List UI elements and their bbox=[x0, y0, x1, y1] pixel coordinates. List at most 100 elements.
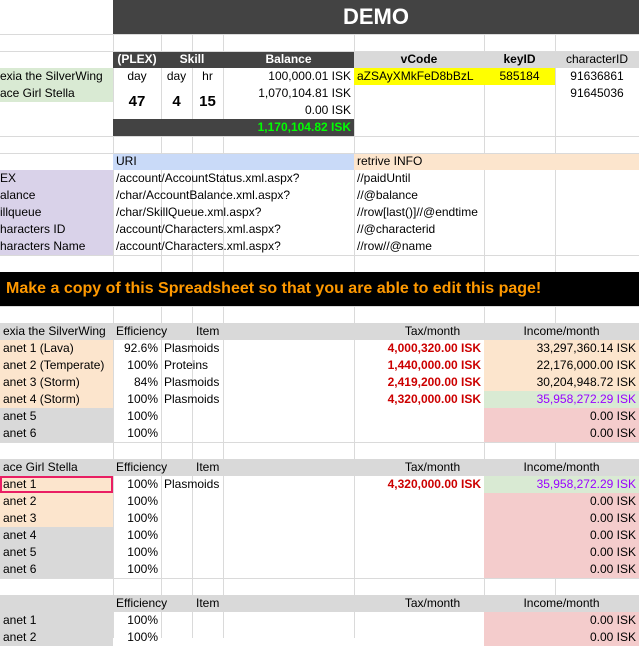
plex-days-value[interactable]: 47 bbox=[113, 85, 161, 119]
efficiency-value[interactable]: 100% bbox=[113, 561, 161, 578]
planet-name[interactable]: anet 6 bbox=[0, 561, 113, 578]
item-value[interactable] bbox=[161, 425, 354, 442]
efficiency-value[interactable]: 84% bbox=[113, 374, 161, 391]
planet-name[interactable]: anet 3 (Storm) bbox=[0, 374, 113, 391]
uri-value-characters-id[interactable]: /account/Characters.xml.aspx? bbox=[113, 221, 354, 238]
income-value[interactable]: 0.00 ISK bbox=[484, 612, 639, 629]
item-value[interactable] bbox=[161, 544, 354, 561]
efficiency-value[interactable]: 100% bbox=[113, 425, 161, 442]
skill-days-value[interactable]: 4 bbox=[161, 85, 192, 119]
planet-name[interactable]: anet 6 bbox=[0, 425, 113, 442]
tax-value[interactable] bbox=[354, 493, 484, 510]
info-value-skillqueue[interactable]: //row[last()]//@endtime bbox=[354, 204, 639, 221]
uri-label-characters-name: haracters Name bbox=[0, 239, 86, 253]
planet-name[interactable]: anet 2 bbox=[0, 493, 113, 510]
item-value[interactable]: Plasmoids bbox=[161, 391, 354, 408]
skill-header: Skill bbox=[161, 51, 223, 68]
item-value[interactable]: Proteins bbox=[161, 357, 354, 374]
planet-name[interactable]: anet 5 bbox=[0, 408, 113, 425]
uri-value-balance[interactable]: /char/AccountBalance.xml.aspx? bbox=[113, 187, 354, 204]
tax-value[interactable] bbox=[354, 561, 484, 578]
tax-value[interactable] bbox=[354, 425, 484, 442]
balance-1[interactable]: 100,000.01 ISK bbox=[223, 68, 354, 85]
item-value[interactable]: Plasmoids bbox=[161, 340, 354, 357]
vcode-value[interactable]: aZSAyXMkFeD8bBzL bbox=[354, 68, 484, 85]
item-header: Item bbox=[196, 596, 220, 610]
income-value[interactable]: 0.00 ISK bbox=[484, 561, 639, 578]
planet-name[interactable]: anet 4 bbox=[0, 527, 113, 544]
info-value-plex[interactable]: //paidUntil bbox=[354, 170, 639, 187]
uri-value-characters-name[interactable]: /account/Characters.xml.aspx? bbox=[113, 238, 354, 255]
income-value[interactable]: 0.00 ISK bbox=[484, 527, 639, 544]
balance-total: 1,170,104.82 ISK bbox=[257, 120, 351, 134]
info-value-characters-id[interactable]: //@characterid bbox=[354, 221, 639, 238]
planet-name[interactable]: anet 1 bbox=[0, 612, 113, 629]
item-value[interactable] bbox=[161, 408, 354, 425]
title-bar: DEMO bbox=[113, 0, 639, 34]
tax-value[interactable] bbox=[354, 408, 484, 425]
tax-value[interactable]: 2,419,200.00 ISK bbox=[354, 374, 484, 391]
item-value[interactable]: Plasmoids bbox=[161, 374, 354, 391]
character-name-2[interactable]: ace Girl Stella bbox=[0, 85, 113, 102]
tax-value[interactable]: 4,000,320.00 ISK bbox=[354, 340, 484, 357]
item-value[interactable]: Plasmoids bbox=[161, 476, 354, 493]
hour-unit: hr bbox=[202, 69, 213, 83]
efficiency-value[interactable]: 100% bbox=[113, 476, 161, 493]
efficiency-value[interactable]: 100% bbox=[113, 527, 161, 544]
uri-value-skillqueue[interactable]: /char/SkillQueue.xml.aspx? bbox=[113, 204, 354, 221]
income-value[interactable]: 35,958,272.29 ISK bbox=[484, 476, 639, 493]
info-value-characters-name[interactable]: //row//@name bbox=[354, 238, 639, 255]
tax-value[interactable]: 4,320,000.00 ISK bbox=[354, 476, 484, 493]
income-value[interactable]: 0.00 ISK bbox=[484, 510, 639, 527]
skill-hours-value[interactable]: 15 bbox=[192, 85, 223, 119]
retrieve-info-header: retrive INFO bbox=[354, 153, 639, 170]
income-value[interactable]: 0.00 ISK bbox=[484, 425, 639, 442]
efficiency-value[interactable]: 100% bbox=[113, 544, 161, 561]
balance-2[interactable]: 1,070,104.81 ISK bbox=[223, 85, 354, 102]
efficiency-value[interactable]: 100% bbox=[113, 391, 161, 408]
income-value[interactable]: 30,204,948.72 ISK bbox=[484, 374, 639, 391]
keyid-header: keyID bbox=[484, 51, 555, 68]
character-id-2[interactable]: 91645036 bbox=[555, 85, 639, 102]
efficiency-header: Efficiency bbox=[116, 460, 168, 474]
income-value[interactable]: 0.00 ISK bbox=[484, 408, 639, 425]
info-value-balance[interactable]: //@balance bbox=[354, 187, 639, 204]
tax-value[interactable] bbox=[354, 544, 484, 561]
income-value[interactable]: 0.00 ISK bbox=[484, 493, 639, 510]
tax-value[interactable]: 4,320,000.00 ISK bbox=[354, 391, 484, 408]
uri-label-characters-id: haracters ID bbox=[0, 222, 66, 236]
income-value[interactable]: 0.00 ISK bbox=[484, 544, 639, 561]
planet-name[interactable]: anet 1 (Lava) bbox=[0, 340, 113, 357]
character-name-1[interactable]: exia the SilverWing bbox=[0, 68, 113, 85]
tax-value[interactable]: 1,440,000.00 ISK bbox=[354, 357, 484, 374]
income-value[interactable]: 22,176,000.00 ISK bbox=[484, 357, 639, 374]
tax-value[interactable] bbox=[354, 527, 484, 544]
income-value[interactable]: 35,958,272.29 ISK bbox=[484, 391, 639, 408]
item-value[interactable] bbox=[161, 612, 354, 629]
efficiency-value[interactable]: 100% bbox=[113, 357, 161, 374]
item-value[interactable] bbox=[161, 527, 354, 544]
planet-name[interactable]: anet 5 bbox=[0, 544, 113, 561]
tax-value[interactable] bbox=[354, 612, 484, 629]
planet-name[interactable]: anet 4 (Storm) bbox=[0, 391, 113, 408]
item-value[interactable] bbox=[161, 510, 354, 527]
character-id-1[interactable]: 91636861 bbox=[555, 68, 639, 85]
item-header: Item bbox=[196, 324, 220, 338]
income-value[interactable]: 33,297,360.14 ISK bbox=[484, 340, 639, 357]
uri-value-plex[interactable]: /account/AccountStatus.xml.aspx? bbox=[113, 170, 354, 187]
efficiency-value[interactable]: 100% bbox=[113, 510, 161, 527]
item-value[interactable] bbox=[161, 561, 354, 578]
planet-name[interactable]: anet 3 bbox=[0, 510, 113, 527]
efficiency-value[interactable]: 92.6% bbox=[113, 340, 161, 357]
planet-name[interactable]: anet 2 (Temperate) bbox=[0, 357, 113, 374]
tax-value[interactable] bbox=[354, 510, 484, 527]
tax-header: Tax/month bbox=[404, 324, 461, 338]
planet-name[interactable]: anet 1 bbox=[0, 476, 113, 493]
efficiency-value[interactable]: 100% bbox=[113, 612, 161, 629]
efficiency-value[interactable]: 100% bbox=[113, 493, 161, 510]
efficiency-value[interactable]: 100% bbox=[113, 408, 161, 425]
plex-header: (PLEX) bbox=[113, 51, 161, 68]
keyid-value[interactable]: 585184 bbox=[484, 68, 555, 85]
balance-3[interactable]: 0.00 ISK bbox=[223, 102, 354, 119]
item-value[interactable] bbox=[161, 493, 354, 510]
